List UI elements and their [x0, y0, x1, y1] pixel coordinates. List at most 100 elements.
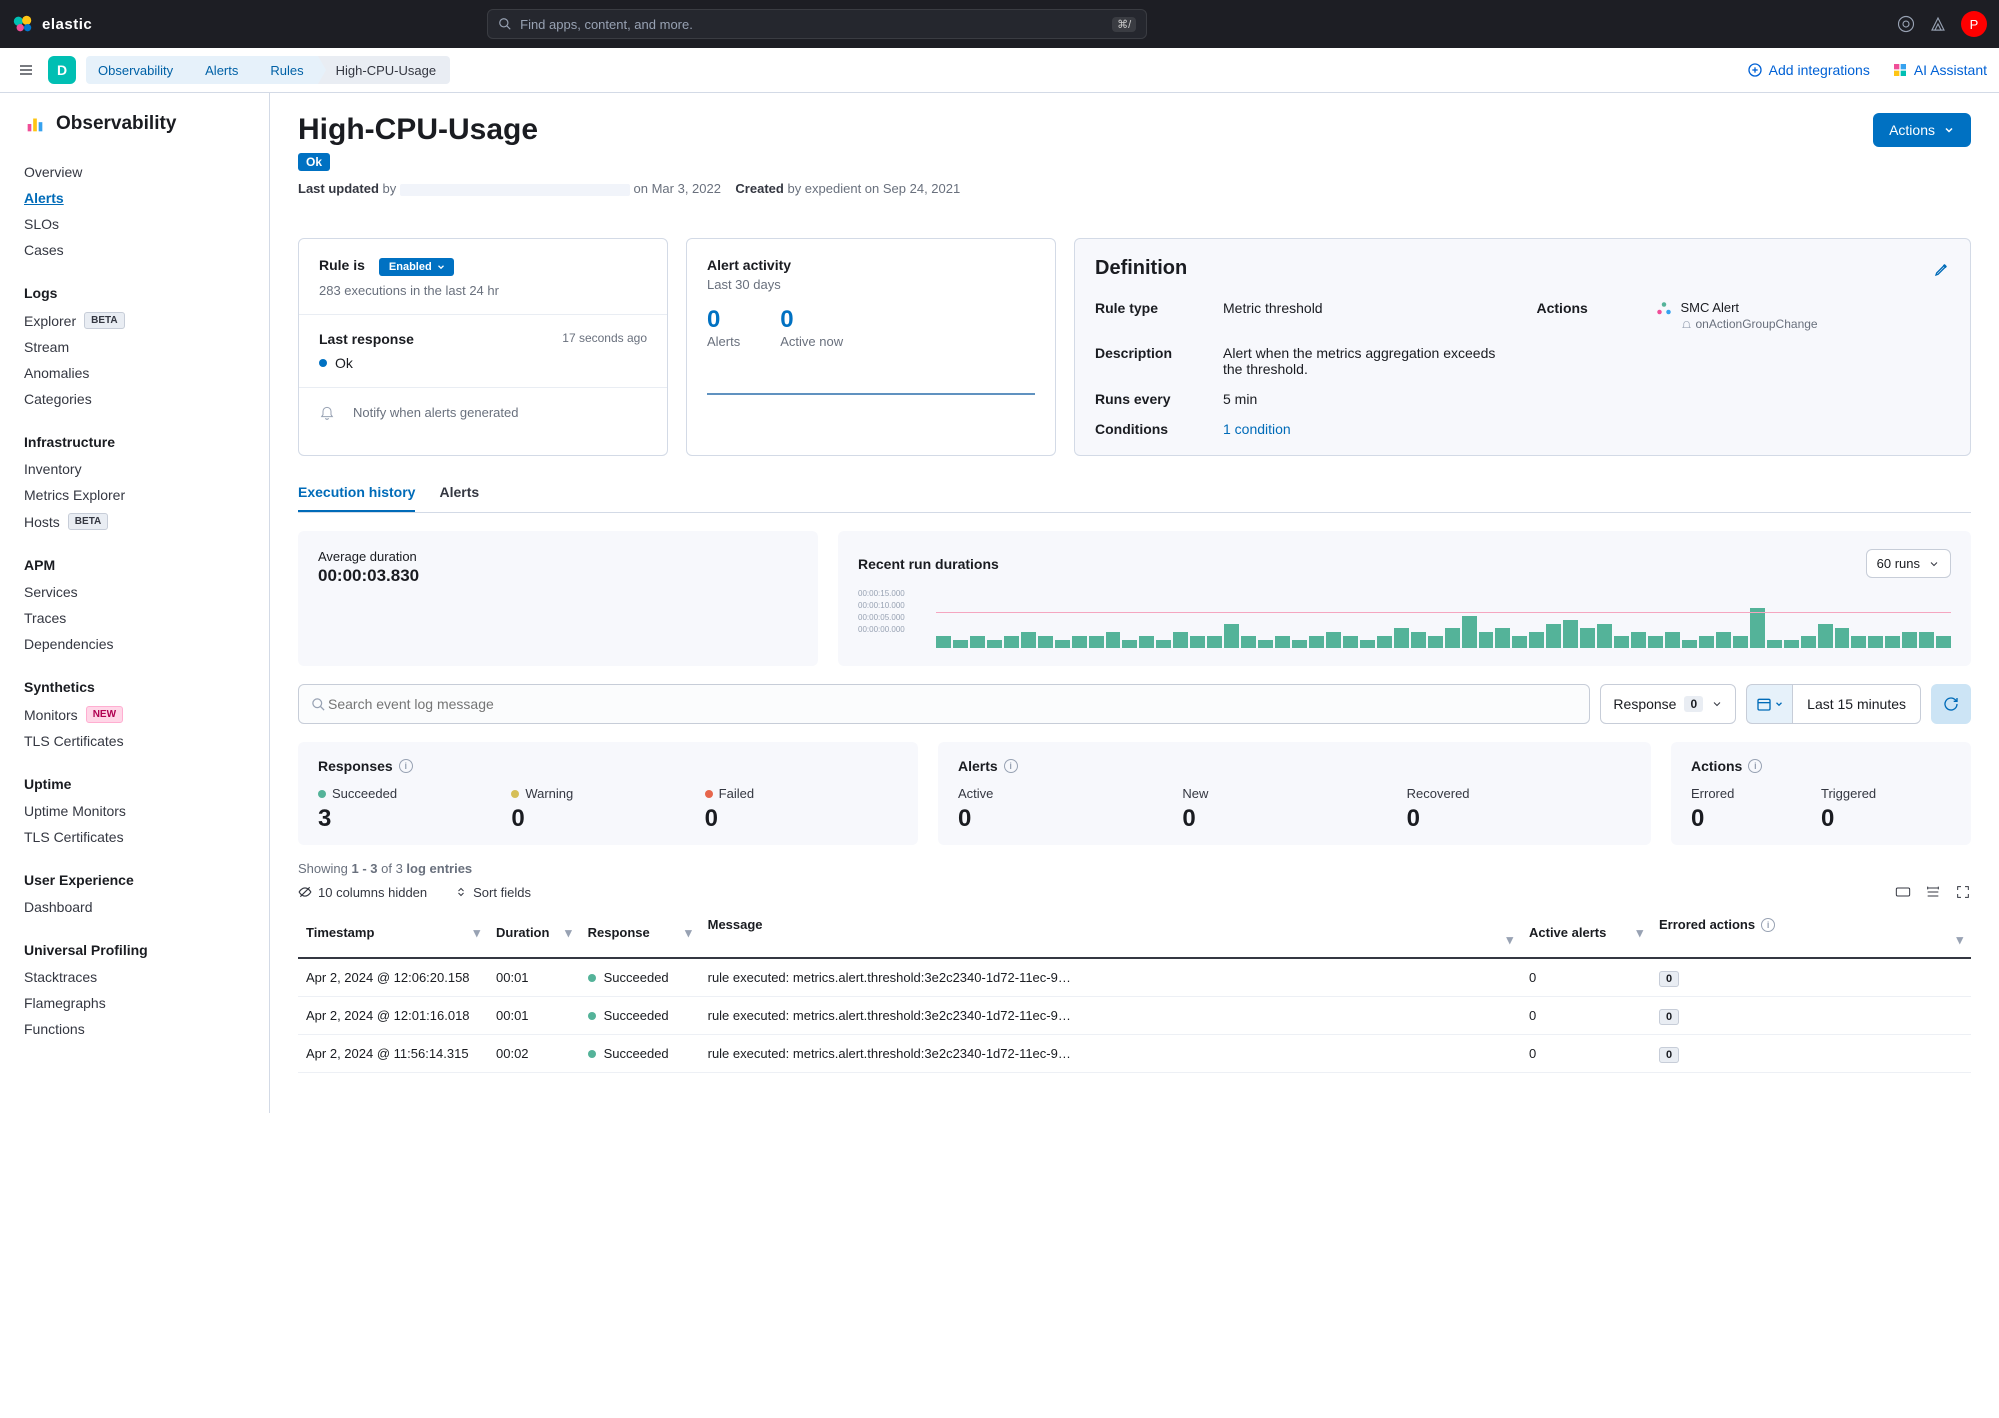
global-search[interactable]: Find apps, content, and more. ⌘/ [487, 9, 1147, 39]
table-showing: Showing 1 - 3 of 3 log entries [298, 861, 1971, 876]
chart-bar [1733, 636, 1748, 648]
status-dot [705, 790, 713, 798]
elastic-logo[interactable]: elastic [12, 13, 92, 35]
columns-hidden-button[interactable]: 10 columns hidden [298, 885, 427, 900]
table-row[interactable]: Apr 2, 2024 @ 11:56:14.31500:02Succeeded… [298, 1035, 1971, 1073]
sidebar-group-infrastructure: Infrastructure [24, 434, 245, 450]
th-duration[interactable]: Duration ▾ [488, 908, 580, 958]
sidebar-item-cases[interactable]: Cases [24, 237, 245, 263]
crumb-alerts[interactable]: Alerts [187, 56, 252, 84]
avg-duration-panel: Average duration 00:00:03.830 [298, 531, 818, 666]
sidebar-item-metrics-explorer[interactable]: Metrics Explorer [24, 482, 245, 508]
th-message[interactable]: Message▾ [700, 908, 1521, 958]
actions-button[interactable]: Actions [1873, 113, 1971, 147]
alert-sparkline [707, 375, 1035, 395]
sidebar-item-overview[interactable]: Overview [24, 159, 245, 185]
add-integrations-link[interactable]: Add integrations [1747, 62, 1870, 78]
chart-bar [1784, 640, 1799, 648]
info-icon[interactable]: i [399, 759, 413, 773]
help-icon[interactable] [1897, 15, 1915, 33]
chart-bar [1445, 628, 1460, 648]
chart-bar [1241, 636, 1256, 648]
sidebar-item-stream[interactable]: Stream [24, 334, 245, 360]
log-search-field[interactable] [326, 695, 1577, 713]
info-icon[interactable]: i [1004, 759, 1018, 773]
crumb-observability[interactable]: Observability [86, 56, 187, 84]
pencil-icon[interactable] [1934, 261, 1950, 277]
newsfeed-icon[interactable] [1929, 15, 1947, 33]
run-duration-chart-panel: Recent run durations 60 runs 00:00:15.00… [838, 531, 1971, 666]
ai-assistant-label: AI Assistant [1914, 62, 1987, 78]
crumb-rules[interactable]: Rules [252, 56, 317, 84]
sidebar-item-slos[interactable]: SLOs [24, 211, 245, 237]
enabled-toggle[interactable]: Enabled [379, 258, 454, 276]
date-picker[interactable]: Last 15 minutes [1746, 684, 1921, 724]
runs-select[interactable]: 60 runs [1866, 549, 1951, 578]
user-avatar[interactable]: P [1961, 11, 1987, 37]
space-selector[interactable]: D [48, 56, 76, 84]
th-active-alerts[interactable]: Active alerts ▾ [1521, 908, 1651, 958]
sidebar-item-alerts[interactable]: Alerts [24, 185, 245, 211]
sidebar-item-monitors[interactable]: MonitorsNEW [24, 701, 245, 728]
sidebar-item-stacktraces[interactable]: Stacktraces [24, 964, 245, 990]
chart-bar [953, 640, 968, 648]
chart-bar [1004, 636, 1019, 648]
table-row[interactable]: Apr 2, 2024 @ 12:06:20.15800:01Succeeded… [298, 958, 1971, 997]
th-errored-actions[interactable]: Errored actionsi ▾ [1651, 908, 1971, 958]
sidebar-item-functions[interactable]: Functions [24, 1016, 245, 1042]
date-range-text[interactable]: Last 15 minutes [1792, 684, 1921, 724]
chart-bar [1750, 608, 1765, 648]
last-response-label: Last response [319, 331, 414, 347]
sidebar-item-flamegraphs[interactable]: Flamegraphs [24, 990, 245, 1016]
def-runs-label: Runs every [1095, 391, 1205, 407]
sidebar-item-uptime-monitors[interactable]: Uptime Monitors [24, 798, 245, 824]
th-response[interactable]: Response ▾ [580, 908, 700, 958]
sidebar-item-categories[interactable]: Categories [24, 386, 245, 412]
sidebar-item-traces[interactable]: Traces [24, 605, 245, 631]
sidebar-item-tls-certificates[interactable]: TLS Certificates [24, 824, 245, 850]
sidebar-item-services[interactable]: Services [24, 579, 245, 605]
sidebar-item-dependencies[interactable]: Dependencies [24, 631, 245, 657]
chart-title: Recent run durations [858, 556, 999, 572]
sidebar-item-explorer[interactable]: ExplorerBETA [24, 307, 245, 334]
chart-bar [1173, 632, 1188, 648]
sidebar-item-inventory[interactable]: Inventory [24, 456, 245, 482]
sidebar-group-user-experience: User Experience [24, 872, 245, 888]
notify-text: Notify when alerts generated [353, 405, 518, 420]
chart-bar [1377, 636, 1392, 648]
sort-fields-button[interactable]: Sort fields [455, 885, 531, 900]
calendar-icon-button[interactable] [1746, 684, 1792, 724]
chart-bar [1648, 636, 1663, 648]
sidebar-item-anomalies[interactable]: Anomalies [24, 360, 245, 386]
log-search-input[interactable] [298, 684, 1590, 724]
th-timestamp[interactable]: Timestamp ▾ [298, 908, 488, 958]
response-filter[interactable]: Response 0 [1600, 684, 1736, 724]
conditions-link[interactable]: 1 condition [1223, 421, 1519, 437]
tab-alerts[interactable]: Alerts [439, 484, 479, 512]
keyboard-icon[interactable] [1895, 884, 1911, 900]
info-icon[interactable]: i [1748, 759, 1762, 773]
refresh-button[interactable] [1931, 684, 1971, 724]
search-placeholder: Find apps, content, and more. [520, 17, 693, 32]
table-row[interactable]: Apr 2, 2024 @ 12:01:16.01800:01Succeeded… [298, 997, 1971, 1035]
status-dot [588, 1012, 596, 1020]
fullscreen-icon[interactable] [1955, 884, 1971, 900]
chart-bar [1207, 636, 1222, 648]
eye-off-icon [298, 885, 312, 899]
ai-assistant-link[interactable]: AI Assistant [1892, 62, 1987, 78]
add-integrations-label: Add integrations [1769, 62, 1870, 78]
sidebar-item-tls-certificates[interactable]: TLS Certificates [24, 728, 245, 754]
sidebar-item-dashboard[interactable]: Dashboard [24, 894, 245, 920]
nav-toggle[interactable] [12, 56, 40, 84]
sidebar-group-uptime: Uptime [24, 776, 245, 792]
sidebar-item-hosts[interactable]: HostsBETA [24, 508, 245, 535]
tab-execution-history[interactable]: Execution history [298, 484, 415, 512]
sidebar: Observability OverviewAlertsSLOsCases Lo… [0, 93, 270, 1113]
density-icon[interactable] [1925, 884, 1941, 900]
errored-actions-badge: 0 [1659, 1009, 1679, 1025]
alert-activity-panel: Alert activity Last 30 days 0 Alerts 0 A… [686, 238, 1056, 456]
info-icon[interactable]: i [1761, 918, 1775, 932]
status-dot [318, 790, 326, 798]
def-conditions-label: Conditions [1095, 421, 1205, 437]
definition-title: Definition [1095, 257, 1187, 280]
